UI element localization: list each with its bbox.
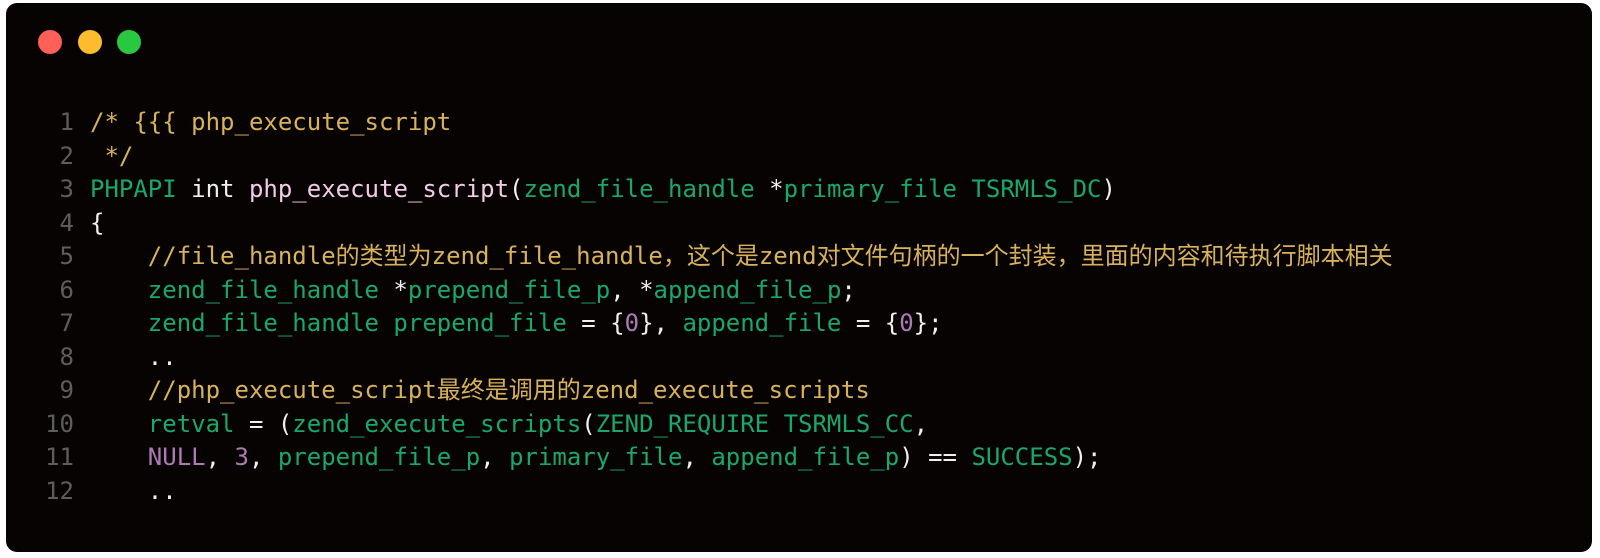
code-token-type: prepend_file_p — [407, 275, 611, 304]
line-source: .. — [74, 341, 177, 375]
code-block: 1/* {{{ php_execute_script 2 */3 PHPAPI in… — [6, 106, 1592, 508]
code-token-plain: , — [480, 443, 510, 471]
window-titlebar — [6, 3, 1592, 83]
code-token-plain: }; — [913, 309, 943, 337]
code-line: 10 retval = (zend_execute_scripts(ZEND_R… — [6, 408, 1592, 442]
code-token-func: php_execute_script — [248, 175, 510, 203]
line-number: 11 — [45, 443, 74, 471]
code-line: 7 zend_file_handle prepend_file = {0}, a… — [6, 307, 1592, 341]
code-token-type: primary_file — [509, 443, 683, 471]
code-token-comment: //php_execute_script最终是调用的zend_execute_s… — [90, 376, 870, 404]
code-line: 4{ — [6, 207, 1592, 241]
code-window: 1/* {{{ php_execute_script 2 */3 PHPAPI in… — [6, 3, 1592, 552]
code-token-plain: = { — [841, 309, 900, 337]
line-number: 3 — [59, 175, 74, 203]
line-source: */ — [74, 140, 133, 174]
line-source: NULL, 3, prepend_file_p, primary_file, a… — [74, 441, 1102, 475]
line-source: //php_execute_script最终是调用的zend_execute_s… — [74, 374, 870, 408]
code-line: 1 /* {{{ php_execute_script — [6, 106, 1592, 140]
code-token-plain: ( — [509, 175, 524, 203]
code-token-type: primary_file TSRMLS_DC — [783, 175, 1102, 203]
code-token-plain: ( — [581, 409, 596, 438]
code-token-comment: //file_handle的类型为zend_file_handle，这个是zen… — [90, 242, 1393, 270]
line-source: zend_file_handle prepend_file = {0}, app… — [74, 307, 943, 341]
code-token-plain: ) == — [899, 443, 972, 471]
code-token-type: PHPAPI — [90, 175, 177, 203]
line-number: 6 — [59, 275, 74, 304]
line-source: //file_handle的类型为zend_file_handle，这个是zen… — [74, 240, 1393, 274]
line-source: PHPAPI int php_execute_script(zend_file_… — [74, 173, 1116, 207]
close-window-button[interactable] — [38, 30, 62, 54]
code-token-plain: int — [176, 175, 249, 203]
line-source: retval = (zend_execute_scripts(ZEND_REQU… — [74, 408, 928, 442]
code-token-plain: ); — [1072, 443, 1102, 471]
code-token-type: prepend_file_p — [277, 443, 481, 471]
code-token-num: 0 — [624, 309, 640, 337]
line-number: 5 — [59, 242, 74, 270]
code-token-plain: , — [205, 443, 235, 471]
line-number: 2 — [59, 141, 74, 170]
line-number: 12 — [45, 476, 74, 505]
code-token-type: append_file — [682, 309, 842, 337]
code-line: 8 .. — [6, 341, 1592, 375]
code-token-null: NULL — [147, 443, 206, 471]
line-source: .. — [74, 475, 177, 509]
code-line: 3 PHPAPI int php_execute_script(zend_file… — [6, 173, 1592, 207]
code-token-num: 3 — [234, 443, 249, 471]
code-token-num: 0 — [899, 309, 914, 337]
code-token-plain: ) — [1101, 175, 1116, 203]
code-token-comment: */ — [90, 141, 134, 170]
code-token-plain: , — [913, 409, 929, 438]
line-number: 8 — [59, 342, 74, 371]
code-line: 9 //php_execute_script最终是调用的zend_execute… — [6, 374, 1592, 408]
code-token-plain: .. — [90, 476, 177, 505]
code-token-plain: ; — [841, 275, 856, 304]
code-token-plain: , — [682, 443, 712, 471]
code-token-type: ZEND_REQUIRE TSRMLS_CC — [595, 409, 914, 438]
code-token-type: retval — [147, 409, 235, 438]
code-line: 5 //file_handle的类型为zend_file_handle，这个是z… — [6, 240, 1592, 274]
code-line: 6 zend_file_handle *prepend_file_p, *app… — [6, 274, 1592, 308]
code-token-type: append_file_p — [711, 443, 900, 471]
code-token-plain: , * — [610, 275, 654, 304]
code-token-type: zend_file_handle — [147, 275, 379, 304]
code-line: 11 NULL, 3, prepend_file_p, primary_file… — [6, 441, 1592, 475]
code-token-type: SUCCESS — [971, 443, 1073, 471]
line-number: 1 — [59, 108, 74, 136]
code-line: 2 */ — [6, 140, 1592, 174]
code-token-type: zend_file_handle prepend_file — [147, 309, 567, 337]
line-number: 9 — [59, 376, 74, 404]
code-line: 12 .. — [6, 475, 1592, 509]
code-token-plain: .. — [90, 342, 177, 371]
code-token-type: zend_execute_scripts — [292, 409, 582, 438]
code-token-plain: { — [90, 208, 105, 237]
line-source: { — [74, 207, 104, 241]
code-token-comment: /* {{{ php_execute_script — [90, 108, 452, 136]
minimize-window-button[interactable] — [78, 30, 102, 54]
line-number: 10 — [45, 409, 74, 438]
code-token-plain: * — [754, 175, 784, 203]
code-token-plain: = { — [566, 309, 625, 337]
code-token-type: zend_file_handle — [523, 175, 755, 203]
code-token-plain: }, — [639, 309, 683, 337]
code-token-plain: * — [378, 275, 408, 304]
code-token-plain: , — [248, 443, 278, 471]
line-source: /* {{{ php_execute_script — [74, 106, 451, 140]
code-token-plain: = ( — [234, 409, 293, 438]
line-number: 7 — [59, 309, 74, 337]
line-number: 4 — [59, 208, 74, 237]
maximize-window-button[interactable] — [117, 30, 141, 54]
line-source: zend_file_handle *prepend_file_p, *appen… — [74, 274, 856, 308]
code-token-type: append_file_p — [653, 275, 842, 304]
